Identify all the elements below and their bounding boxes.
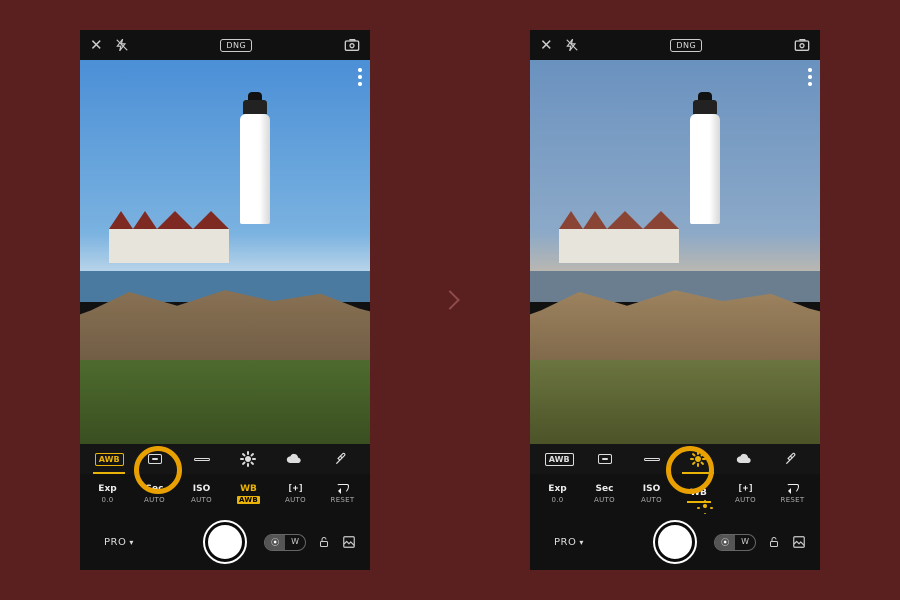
- phone-before: ✕ DNG AWB Exp0.0 SecAUTO IS: [80, 30, 370, 570]
- reset-icon: [337, 484, 349, 494]
- fluorescent-icon: [644, 458, 660, 461]
- wb-option-custom[interactable]: [777, 448, 805, 470]
- fluorescent-icon: [194, 458, 210, 461]
- format-badge[interactable]: DNG: [670, 39, 702, 52]
- scene-house: [109, 229, 229, 263]
- wb-option-awb[interactable]: AWB: [545, 448, 573, 470]
- close-icon[interactable]: ✕: [540, 36, 553, 54]
- last-photo-icon[interactable]: [792, 535, 806, 549]
- wb-option-daylight[interactable]: [234, 448, 262, 470]
- control-white-balance[interactable]: WB: [681, 488, 717, 500]
- control-exposure[interactable]: Exp0.0: [540, 484, 576, 504]
- wb-option-fluorescent[interactable]: [188, 448, 216, 470]
- wb-option-tungsten[interactable]: [591, 448, 619, 470]
- scene-lighthouse: [240, 114, 270, 224]
- flash-off-icon[interactable]: [565, 38, 579, 52]
- lock-icon[interactable]: [768, 535, 780, 549]
- camera-topbar: ✕ DNG: [80, 30, 370, 60]
- reset-icon: [787, 484, 799, 494]
- wb-option-cloudy[interactable]: [730, 448, 758, 470]
- lens-toggle[interactable]: ⦿W: [264, 534, 306, 551]
- shutter-bar: PRO▾ ⦿W: [530, 514, 820, 570]
- viewfinder[interactable]: [80, 60, 370, 444]
- lens-toggle[interactable]: ⦿W: [714, 534, 756, 551]
- control-exposure-bracket[interactable]: [+]AUTO: [728, 484, 764, 504]
- eyedropper-icon: [334, 452, 348, 466]
- switch-camera-icon[interactable]: [794, 38, 810, 52]
- control-iso[interactable]: ISOAUTO: [634, 484, 670, 504]
- control-exposure[interactable]: Exp0.0: [90, 484, 126, 504]
- cloudy-icon: [736, 453, 752, 465]
- shutter-bar: PRO▾ ⦿W: [80, 514, 370, 570]
- flash-off-icon[interactable]: [115, 38, 129, 52]
- comparison-arrow: [440, 290, 460, 310]
- mode-selector[interactable]: PRO▾: [104, 537, 134, 548]
- wb-option-awb[interactable]: AWB: [95, 448, 123, 470]
- more-options-icon[interactable]: [358, 68, 362, 86]
- control-exposure-bracket[interactable]: [+]AUTO: [278, 484, 314, 504]
- control-reset[interactable]: RESET: [775, 484, 811, 504]
- wb-options-row: AWB: [80, 444, 370, 474]
- wb-option-cloudy[interactable]: [280, 448, 308, 470]
- camera-topbar: ✕ DNG: [530, 30, 820, 60]
- more-options-icon[interactable]: [808, 68, 812, 86]
- control-shutter-speed[interactable]: SecAUTO: [587, 484, 623, 504]
- last-photo-icon[interactable]: [342, 535, 356, 549]
- wb-option-fluorescent[interactable]: [638, 448, 666, 470]
- shutter-button[interactable]: [655, 522, 695, 562]
- format-badge[interactable]: DNG: [220, 39, 252, 52]
- daylight-icon: [240, 451, 256, 467]
- tungsten-icon: [148, 454, 162, 464]
- switch-camera-icon[interactable]: [344, 38, 360, 52]
- daylight-icon: [690, 451, 706, 467]
- viewfinder[interactable]: [530, 60, 820, 444]
- chevron-down-icon: ▾: [129, 538, 134, 547]
- wb-options-row: AWB: [530, 444, 820, 474]
- wb-option-custom[interactable]: [327, 448, 355, 470]
- pro-controls-row: Exp0.0 SecAUTO ISOAUTO WB [+]AUTO RESET: [530, 474, 820, 514]
- eyedropper-icon: [784, 452, 798, 466]
- wb-option-daylight[interactable]: [684, 448, 712, 470]
- control-reset[interactable]: RESET: [325, 484, 361, 504]
- scene-lighthouse: [690, 114, 720, 224]
- shutter-button[interactable]: [205, 522, 245, 562]
- cloudy-icon: [286, 453, 302, 465]
- lock-icon[interactable]: [318, 535, 330, 549]
- scene-house: [559, 229, 679, 263]
- mode-selector[interactable]: PRO▾: [554, 537, 584, 548]
- chevron-down-icon: ▾: [579, 538, 584, 547]
- control-white-balance[interactable]: WBAWB: [231, 484, 267, 504]
- wb-option-tungsten[interactable]: [141, 448, 169, 470]
- pro-controls-row: Exp0.0 SecAUTO ISOAUTO WBAWB [+]AUTO RES…: [80, 474, 370, 514]
- tungsten-icon: [598, 454, 612, 464]
- phone-after: ✕ DNG AWB Exp0.0 SecAUTO ISOAUTO: [530, 30, 820, 570]
- control-iso[interactable]: ISOAUTO: [184, 484, 220, 504]
- control-shutter-speed[interactable]: SecAUTO: [137, 484, 173, 504]
- close-icon[interactable]: ✕: [90, 36, 103, 54]
